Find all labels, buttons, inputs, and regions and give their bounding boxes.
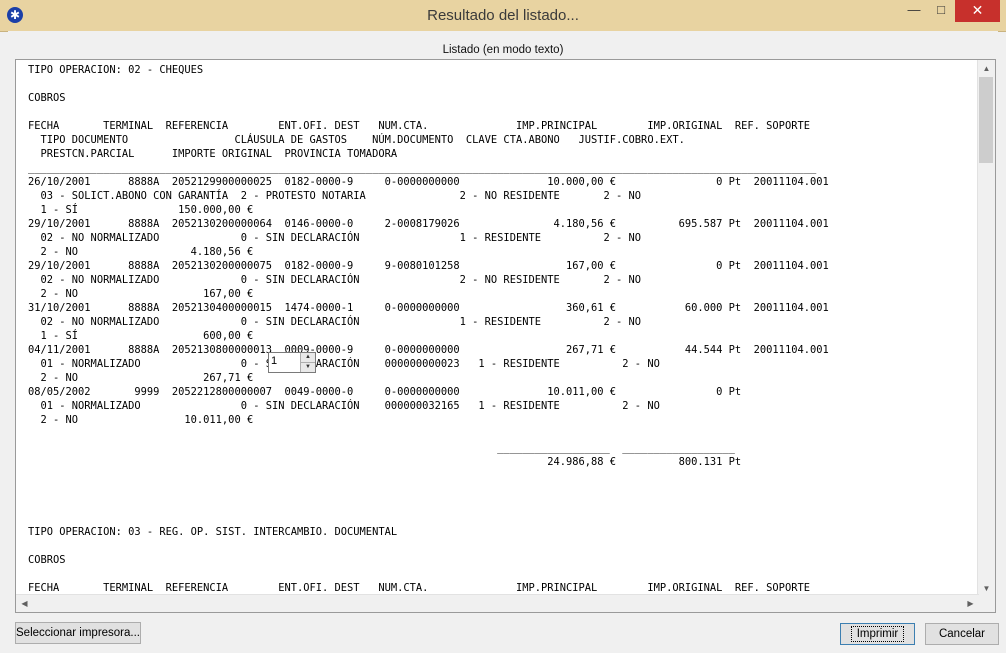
report-line: 2 - NO 10.011,00 € [40,414,254,426]
report-line: 29/10/2001 8888A 2052130200000064 0146-0… [28,218,829,230]
group-label: Listado (en modo texto) [442,44,564,56]
scroll-corner [978,595,995,612]
report-line: 2 - NO 267,71 € [40,372,254,384]
report-line: COBROS [28,554,66,566]
report-line: ________________________________________… [28,162,817,174]
vertical-scrollbar[interactable]: ▲ ▼ [977,60,995,597]
title-bar: ✱ Resultado del listado... — □ ✕ [0,0,1006,32]
report-line: PRESTCN.PARCIAL IMPORTE ORIGINAL PROVINC… [40,148,398,160]
report-line: FECHA TERMINAL REFERENCIA ENT.OFI. DEST … [28,120,810,132]
spinner-value[interactable]: 1 [271,355,277,367]
select-printer-button[interactable]: Seleccionar impresora... [15,622,141,644]
report-line: FECHA TERMINAL REFERENCIA ENT.OFI. DEST … [28,582,810,594]
scroll-left-icon[interactable]: ◀ [16,595,33,612]
maximize-button[interactable]: □ [929,0,953,22]
report-line: 04/11/2001 8888A 2052130800000013 0009-0… [28,344,829,356]
report-line: 2 - NO 4.180,56 € [40,246,254,258]
scroll-right-icon[interactable]: ▶ [962,595,979,612]
close-button[interactable]: ✕ [955,0,1000,22]
report-line: 24.986,88 € 800.131 Pt [547,456,742,468]
window-title: Resultado del listado... [427,7,579,24]
report-line: 08/05/2002 9999 2052212800000007 0049-00… [28,386,742,398]
spinner-up-icon[interactable]: ▲ [300,353,315,363]
report-line: 1 - SÍ 150.000,00 € [40,204,254,216]
report-line: 02 - NO NORMALIZADO 0 - SIN DECLARACIÓN … [40,316,642,328]
page-spinner[interactable]: 1 ▲ ▼ [268,352,316,373]
report-line: 26/10/2001 8888A 2052129900000025 0182-0… [28,176,829,188]
print-button-label: Imprimir [850,626,905,642]
minimize-button[interactable]: — [902,0,926,22]
report-line: TIPO DOCUMENTO CLÁUSULA DE GASTOS NÚM.DO… [40,134,685,146]
report-line: COBROS [28,92,66,104]
vertical-scroll-thumb[interactable] [979,77,993,163]
report-line: TIPO OPERACION: 03 - REG. OP. SIST. INTE… [28,526,398,538]
report-content: TIPO OPERACION: 02 - CHEQUES COBROS FECH… [28,63,978,596]
report-line: 29/10/2001 8888A 2052130200000075 0182-0… [28,260,829,272]
report-line: 2 - NO 167,00 € [40,288,254,300]
report-line: 03 - SOLICT.ABONO CON GARANTÍA 2 - PROTE… [40,190,642,202]
report-line: 02 - NO NORMALIZADO 0 - SIN DECLARACIÓN … [40,274,642,286]
report-line: 01 - NORMALIZADO 0 - SIN DECLARACIÓN 000… [40,358,660,370]
report-line: 31/10/2001 8888A 2052130400000015 1474-0… [28,302,829,314]
report-line: 02 - NO NORMALIZADO 0 - SIN DECLARACIÓN … [40,232,642,244]
report-line: 01 - NORMALIZADO 0 - SIN DECLARACIÓN 000… [40,400,660,412]
report-line: __________________ __________________ [497,442,735,454]
report-line: 1 - SÍ 600,00 € [40,330,254,342]
report-line: TIPO OPERACION: 02 - CHEQUES [28,64,204,76]
scroll-up-icon[interactable]: ▲ [978,60,995,77]
report-text-area[interactable]: TIPO OPERACION: 02 - CHEQUES COBROS FECH… [15,59,996,613]
horizontal-scrollbar[interactable]: ◀ ▶ [16,594,979,612]
print-button[interactable]: Imprimir [840,623,915,645]
cancel-button[interactable]: Cancelar [925,623,999,645]
spinner-down-icon[interactable]: ▼ [300,363,315,372]
